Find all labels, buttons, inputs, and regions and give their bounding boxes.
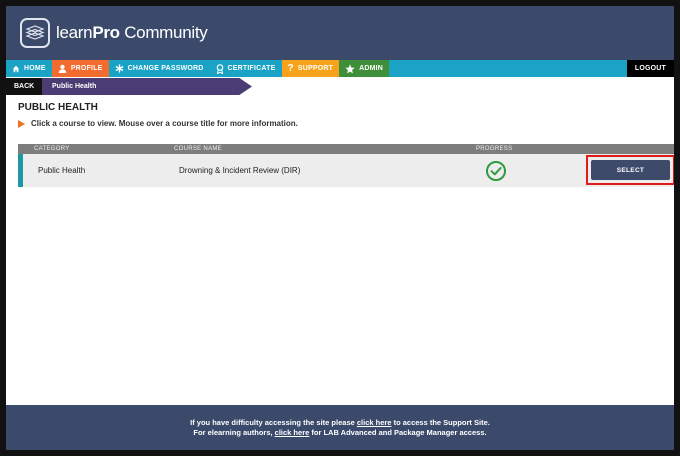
home-icon [12, 65, 20, 72]
footer-line-authors: For elearning authors, click here for LA… [6, 428, 674, 438]
instructions-text: Click a course to view. Mouse over a cou… [31, 119, 298, 128]
nav-home-label: HOME [24, 65, 46, 72]
table-row[interactable]: Public Health Drowning & Incident Review… [18, 154, 674, 187]
footer-support-text-end: to access the Support Site. [391, 417, 490, 427]
nav-home[interactable]: HOME [6, 60, 52, 77]
star-icon [345, 63, 355, 73]
nav-certificate[interactable]: CERTIFICATE [209, 60, 282, 77]
select-highlight: SELECT [586, 155, 674, 185]
course-category: Public Health [38, 166, 86, 175]
nav-change-password[interactable]: CHANGE PASSWORD [108, 60, 210, 77]
check-circle-icon [485, 160, 507, 187]
caret-right-icon [18, 119, 25, 128]
nav-profile-label: PROFILE [70, 65, 103, 72]
lab-advanced-link[interactable]: click here [275, 428, 310, 437]
footer-line-support: If you have difficulty accessing the sit… [6, 418, 674, 428]
user-icon [58, 64, 67, 73]
instructions: Click a course to view. Mouse over a cou… [18, 119, 298, 128]
support-site-link[interactable]: click here [357, 418, 392, 427]
nav-admin-label: ADMIN [359, 65, 384, 72]
select-button[interactable]: SELECT [591, 160, 670, 180]
logo-learn: learn [56, 23, 93, 42]
back-button[interactable]: BACK [6, 78, 42, 95]
site-logo-text[interactable]: learnPro Community [56, 23, 208, 43]
question-icon: ? [287, 63, 294, 74]
course-table: CATEGORY COURSE NAME PROGRESS Public Hea… [18, 144, 674, 187]
column-header-course-name: COURSE NAME [174, 145, 222, 152]
column-header-progress: PROGRESS [476, 145, 513, 152]
footer-authors-text: For elearning authors, [193, 427, 275, 437]
learnpro-logo-icon [20, 18, 50, 48]
footer-authors-text-end: for LAB Advanced and Package Manager acc… [309, 427, 487, 437]
nav-logout[interactable]: LOGOUT [626, 60, 674, 77]
nav-support-label: SUPPORT [297, 65, 334, 72]
site-footer: If you have difficulty accessing the sit… [6, 405, 674, 450]
nav-change-password-label: CHANGE PASSWORD [127, 65, 204, 72]
logo-community: Community [119, 23, 208, 42]
footer-support-text: If you have difficulty accessing the sit… [190, 417, 357, 427]
nav-admin[interactable]: ADMIN [339, 60, 390, 77]
breadcrumb-current: Public Health [42, 78, 252, 95]
nav-logout-label: LOGOUT [634, 65, 666, 72]
nav-certificate-label: CERTIFICATE [227, 65, 276, 72]
app-window: learnPro Community HOME PROFILE CHANGE P… [6, 6, 674, 450]
site-header: learnPro Community [6, 6, 674, 60]
nav-support[interactable]: ? SUPPORT [281, 60, 340, 77]
main-nav: HOME PROFILE CHANGE PASSWORD CERTIFICATE… [6, 60, 674, 77]
nav-profile[interactable]: PROFILE [51, 60, 109, 77]
asterisk-icon [115, 64, 124, 73]
table-header: CATEGORY COURSE NAME PROGRESS [18, 144, 674, 154]
page-title: PUBLIC HEALTH [18, 102, 98, 113]
column-header-category: CATEGORY [34, 145, 70, 152]
breadcrumb: BACK Public Health [6, 78, 266, 95]
course-title[interactable]: Drowning & Incident Review (DIR) [179, 166, 300, 175]
logo-pro: Pro [92, 23, 120, 42]
award-icon [216, 63, 223, 74]
